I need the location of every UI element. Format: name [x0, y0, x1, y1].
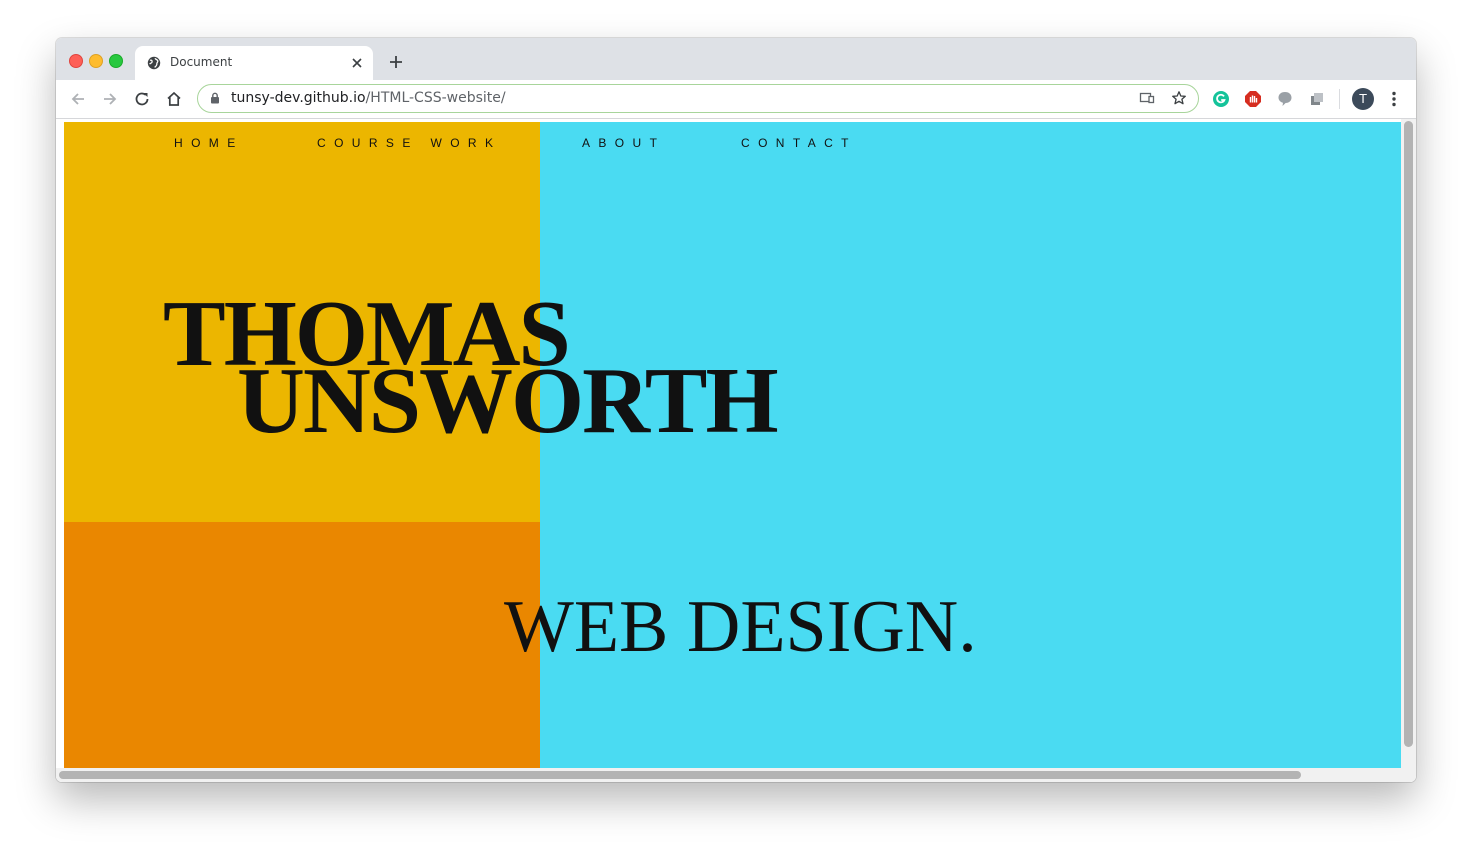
nav-link-home[interactable]: HOME — [174, 136, 244, 150]
extension-icon[interactable] — [1308, 90, 1326, 108]
url-text[interactable]: tunsy-dev.github.io/HTML-CSS-website/ — [231, 90, 506, 106]
hero-last-name: UNSWORTH — [237, 349, 779, 453]
star-icon[interactable] — [1171, 90, 1187, 106]
tab-title: Document — [170, 55, 233, 69]
url-path: /HTML-CSS-website/ — [365, 90, 506, 106]
orange-panel — [64, 522, 540, 768]
home-icon[interactable] — [165, 90, 183, 108]
speech-icon[interactable] — [1276, 90, 1294, 108]
url-host: tunsy-dev.github.io — [231, 90, 366, 106]
window-close-button[interactable] — [69, 54, 83, 68]
cast-icon[interactable] — [1139, 90, 1155, 106]
nav-link-course-work[interactable]: COURSE WORK — [317, 136, 501, 150]
globe-icon — [147, 56, 161, 70]
close-tab-icon[interactable] — [351, 57, 363, 69]
website-page: HOME COURSE WORK ABOUT CONTACT THOMAS UN… — [64, 122, 1401, 768]
tagline: WEB DESIGN. — [504, 586, 977, 668]
vertical-scrollbar-thumb[interactable] — [1404, 121, 1413, 747]
lock-icon — [211, 92, 219, 104]
nav-link-about[interactable]: ABOUT — [582, 136, 665, 150]
browser-window: Document tunsy-dev.github.io/HTML-CSS-we… — [56, 38, 1416, 782]
reload-icon[interactable] — [133, 90, 151, 108]
browser-toolbar: tunsy-dev.github.io/HTML-CSS-website/ T — [56, 80, 1416, 119]
back-icon[interactable] — [69, 90, 87, 108]
forward-icon[interactable] — [101, 90, 119, 108]
address-bar[interactable]: tunsy-dev.github.io/HTML-CSS-website/ — [197, 84, 1199, 113]
tab-strip: Document — [56, 38, 1416, 80]
nav-link-contact[interactable]: CONTACT — [741, 136, 857, 150]
horizontal-scrollbar-thumb[interactable] — [59, 771, 1301, 779]
grammarly-icon[interactable] — [1212, 90, 1230, 108]
toolbar-divider — [1339, 89, 1340, 109]
page-viewport: HOME COURSE WORK ABOUT CONTACT THOMAS UN… — [56, 119, 1416, 782]
window-maximize-button[interactable] — [109, 54, 123, 68]
window-minimize-button[interactable] — [89, 54, 103, 68]
menu-icon[interactable] — [1389, 90, 1399, 108]
new-tab-icon[interactable] — [389, 55, 403, 69]
adblock-icon[interactable] — [1244, 90, 1262, 108]
browser-tab[interactable]: Document — [135, 46, 373, 80]
profile-avatar[interactable]: T — [1352, 88, 1374, 110]
